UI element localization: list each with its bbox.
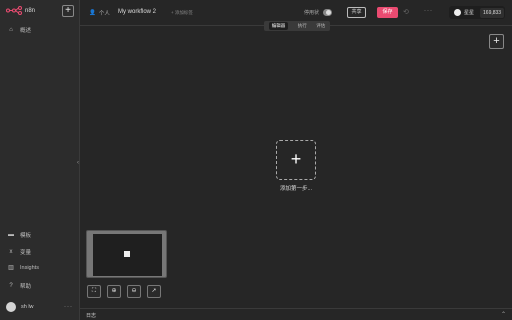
sidebar: n8n + ⌂ 概述 ‹ ▬ 模板 x 变量 ▥ Insights ? 帮助 s… xyxy=(0,0,80,320)
history-icon[interactable]: ⟲ xyxy=(403,8,409,16)
workflow-name[interactable]: My workflow 2 xyxy=(118,9,156,15)
sidebar-item-templates[interactable]: ▬ 模板 xyxy=(8,231,31,239)
home-icon: ⌂ xyxy=(9,27,13,33)
logs-panel[interactable]: 日志 ⌃ xyxy=(80,308,512,320)
open-nodes-panel-button[interactable]: + xyxy=(489,34,504,49)
sidebar-item-label: Insights xyxy=(20,265,39,271)
minimap[interactable] xyxy=(86,230,167,278)
sidebar-item-label: 模板 xyxy=(20,233,32,239)
add-tag-button[interactable]: + 添加标签 xyxy=(171,10,193,16)
sidebar-item-overview[interactable]: ⌂ 概述 xyxy=(8,26,31,34)
zoom-in-icon[interactable]: ⊕ xyxy=(107,285,121,298)
tab-editor[interactable]: 编辑器 xyxy=(268,22,289,30)
sidebar-item-label: 帮助 xyxy=(20,284,32,290)
share-button[interactable]: 共享 xyxy=(347,7,366,18)
add-first-step-label: 添加第一步... xyxy=(279,186,313,192)
user-name: sh lw xyxy=(21,304,34,310)
save-button[interactable]: 保存 xyxy=(377,7,398,18)
github-icon xyxy=(454,9,461,16)
more-options-icon[interactable]: ··· xyxy=(64,304,73,310)
github-star-button[interactable]: 星星 169,833 xyxy=(449,6,505,19)
sidebar-item-label: 概述 xyxy=(20,28,32,34)
zoom-out-icon[interactable]: ⊖ xyxy=(127,285,141,298)
more-options-icon[interactable]: ··· xyxy=(424,8,433,14)
sidebar-item-variables[interactable]: x 变量 xyxy=(8,248,32,256)
logo-text: n8n xyxy=(25,7,36,14)
github-label: 星星 xyxy=(464,10,475,16)
app-logo[interactable]: n8n xyxy=(6,6,35,15)
n8n-logo-icon xyxy=(6,6,22,15)
create-button[interactable]: + xyxy=(62,5,74,17)
view-tabs: 编辑器 执行 评估 xyxy=(264,21,330,31)
breadcrumb[interactable]: 👤 个人 xyxy=(89,9,110,17)
sidebar-item-help[interactable]: ? 帮助 xyxy=(8,282,31,290)
add-first-step-button[interactable]: + xyxy=(276,140,316,180)
help-icon: ? xyxy=(9,283,13,289)
avatar xyxy=(6,302,16,312)
variables-icon: x xyxy=(9,249,13,255)
user-icon: 👤 xyxy=(89,10,96,16)
user-menu[interactable]: sh lw xyxy=(6,302,34,312)
active-toggle-group[interactable]: 停用状 xyxy=(304,9,333,16)
collapse-sidebar-icon[interactable]: ‹ xyxy=(77,160,79,166)
tab-evaluations[interactable]: 评估 xyxy=(316,23,325,29)
logs-label: 日志 xyxy=(86,313,97,319)
sidebar-item-insights[interactable]: ▥ Insights xyxy=(8,265,39,271)
breadcrumb-project: 个人 xyxy=(98,11,110,17)
zoom-controls: ⛶ ⊕ ⊖ ➚ xyxy=(87,285,161,298)
insights-icon: ▥ xyxy=(8,265,14,271)
status-label: 停用状 xyxy=(304,10,320,16)
sidebar-item-label: 变量 xyxy=(20,250,32,256)
minimap-node xyxy=(124,251,130,257)
chevron-up-icon[interactable]: ⌃ xyxy=(501,311,506,318)
github-count: 169,833 xyxy=(480,7,505,18)
fit-view-icon[interactable]: ⛶ xyxy=(87,285,101,298)
active-toggle[interactable] xyxy=(323,9,333,16)
tab-executions[interactable]: 执行 xyxy=(298,23,307,29)
tidy-up-icon[interactable]: ➚ xyxy=(147,285,161,298)
templates-icon: ▬ xyxy=(8,232,14,238)
